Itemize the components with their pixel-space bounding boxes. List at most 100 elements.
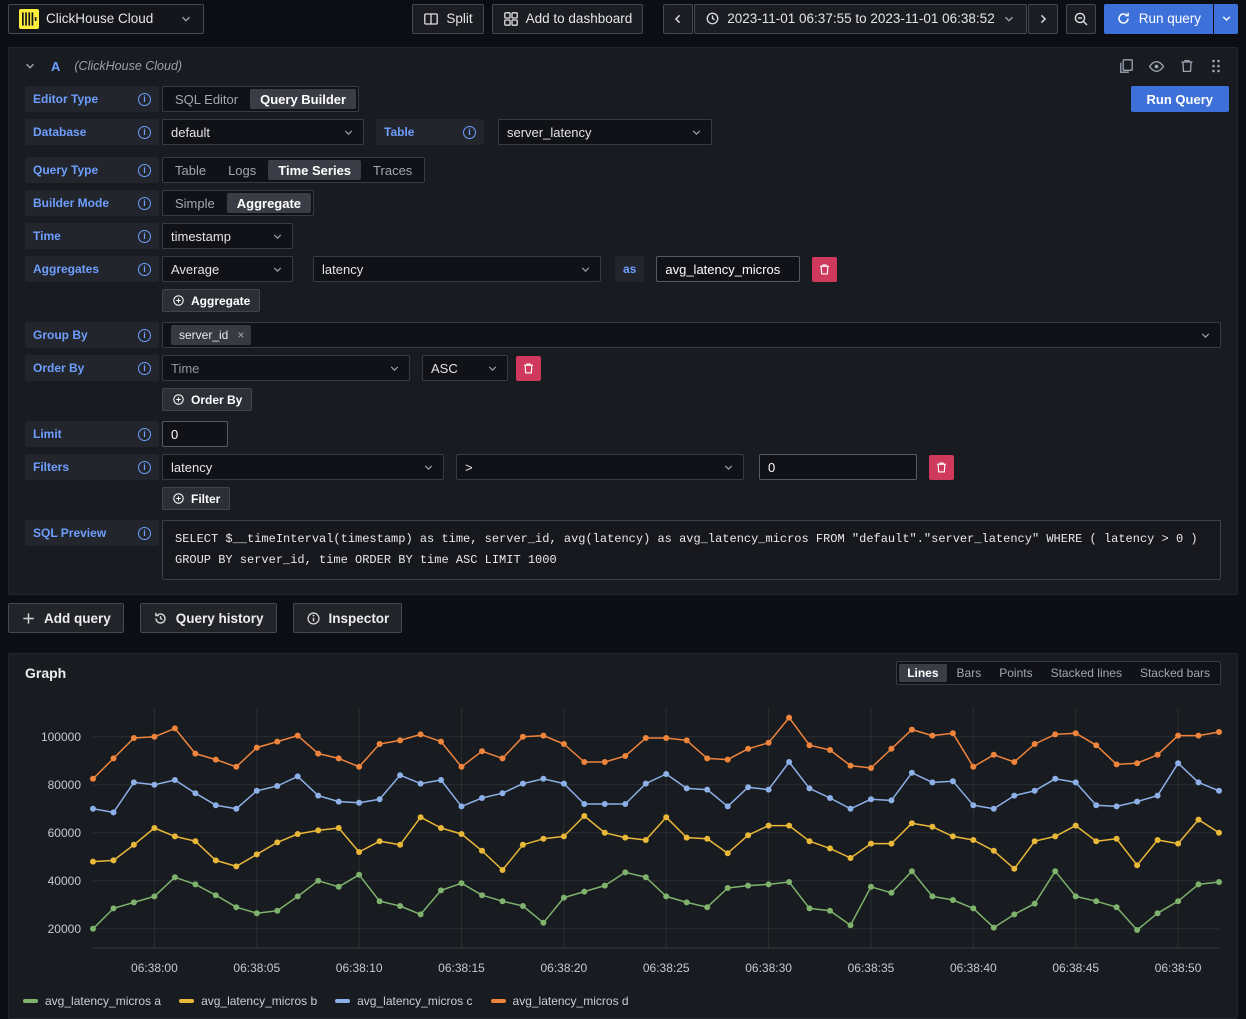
- aggregates-label: Aggregates i: [25, 256, 159, 282]
- drag-handle-icon[interactable]: [1209, 58, 1223, 74]
- limit-input[interactable]: [162, 421, 228, 447]
- run-query-editor-button[interactable]: Run Query: [1131, 86, 1229, 112]
- add-order-by-button[interactable]: Order By: [162, 388, 252, 411]
- add-order-by-row: Order By: [162, 388, 1221, 411]
- svg-text:06:38:20: 06:38:20: [541, 961, 588, 975]
- database-select[interactable]: default: [162, 119, 364, 145]
- legend-item-series-c[interactable]: avg_latency_micros c: [335, 994, 472, 1008]
- remove-order-by-button[interactable]: [516, 356, 541, 381]
- query-datasource-hint: (ClickHouse Cloud): [74, 59, 182, 73]
- chevron-down-icon: [1220, 12, 1233, 25]
- builder-mode-label: Builder Mode i: [25, 190, 159, 216]
- legend-item-series-a[interactable]: avg_latency_micros a: [23, 994, 161, 1008]
- info-icon[interactable]: i: [138, 263, 151, 276]
- editor-type-toggle: SQL Editor Query Builder: [162, 86, 359, 112]
- filter-value-input[interactable]: [759, 454, 917, 480]
- time-shift-back-button[interactable]: [663, 4, 693, 34]
- info-icon[interactable]: i: [138, 428, 151, 441]
- split-icon: [423, 11, 439, 27]
- add-filter-button[interactable]: Filter: [162, 487, 230, 510]
- duplicate-query-icon[interactable]: [1118, 58, 1134, 74]
- builder-mode-option-aggregate[interactable]: Aggregate: [227, 193, 311, 213]
- info-icon[interactable]: i: [138, 230, 151, 243]
- editor-type-option-sql-editor[interactable]: SQL Editor: [165, 89, 248, 109]
- info-icon[interactable]: i: [138, 126, 151, 139]
- info-icon[interactable]: i: [463, 126, 476, 139]
- time-range-picker[interactable]: 2023-11-01 06:37:55 to 2023-11-01 06:38:…: [694, 4, 1026, 34]
- datasource-picker[interactable]: ClickHouse Cloud: [8, 4, 204, 34]
- query-type-option-time-series[interactable]: Time Series: [268, 160, 361, 180]
- group-by-chip: server_id ×: [171, 325, 251, 345]
- vis-mode-lines[interactable]: Lines: [899, 664, 946, 682]
- svg-text:06:38:00: 06:38:00: [131, 961, 178, 975]
- query-type-option-traces[interactable]: Traces: [363, 160, 422, 180]
- svg-text:06:38:05: 06:38:05: [233, 961, 280, 975]
- sync-icon: [1116, 11, 1131, 26]
- editor-type-option-query-builder[interactable]: Query Builder: [250, 89, 356, 109]
- group-by-multiselect[interactable]: server_id ×: [162, 322, 1221, 348]
- plus-circle-icon: [172, 393, 185, 406]
- add-query-button[interactable]: Add query: [8, 603, 124, 633]
- filters-label: Filters i: [25, 454, 159, 480]
- run-query-interval-dropdown[interactable]: [1214, 4, 1238, 34]
- trash-icon: [935, 461, 948, 474]
- svg-text:06:38:35: 06:38:35: [848, 961, 895, 975]
- info-icon[interactable]: i: [138, 93, 151, 106]
- query-type-option-table[interactable]: Table: [165, 160, 216, 180]
- sql-preview-label: SQL Preview i: [25, 520, 159, 546]
- clickhouse-logo-icon: [19, 9, 39, 29]
- order-by-direction-select[interactable]: ASC: [422, 355, 508, 381]
- svg-text:20000: 20000: [48, 922, 82, 936]
- info-icon[interactable]: i: [138, 197, 151, 210]
- time-column-select[interactable]: timestamp: [162, 223, 293, 249]
- run-query-button[interactable]: Run query: [1104, 4, 1213, 34]
- inspector-button[interactable]: Inspector: [293, 603, 403, 633]
- remove-chip-icon[interactable]: ×: [234, 328, 247, 342]
- angle-left-icon: [671, 12, 685, 26]
- vis-mode-stacked-lines[interactable]: Stacked lines: [1043, 664, 1130, 682]
- series-color-marker: [335, 999, 350, 1003]
- aggregate-column-select[interactable]: latency: [313, 256, 601, 282]
- order-by-field-select[interactable]: Time: [162, 355, 410, 381]
- editor-type-label: Editor Type i: [25, 86, 159, 112]
- query-header-actions: [1118, 58, 1223, 75]
- info-icon[interactable]: i: [138, 461, 151, 474]
- aggregate-function-select[interactable]: Average: [162, 256, 293, 282]
- filter-field-select[interactable]: latency: [162, 454, 444, 480]
- split-button[interactable]: Split: [412, 4, 483, 34]
- vis-mode-stacked-bars[interactable]: Stacked bars: [1132, 664, 1218, 682]
- group-by-label: Group By i: [25, 322, 159, 348]
- table-label: Table i: [376, 119, 484, 145]
- as-label: as: [615, 256, 644, 282]
- collapse-query-chevron[interactable]: [23, 59, 37, 73]
- info-icon[interactable]: i: [138, 527, 151, 540]
- remove-aggregate-button[interactable]: [812, 257, 837, 282]
- table-select[interactable]: server_latency: [498, 119, 712, 145]
- time-shift-forward-button[interactable]: [1028, 4, 1058, 34]
- info-icon[interactable]: i: [138, 329, 151, 342]
- editor-type-row: Editor Type i SQL Editor Query Builder: [25, 86, 1221, 112]
- vis-mode-points[interactable]: Points: [991, 664, 1040, 682]
- query-history-button[interactable]: Query history: [140, 603, 277, 633]
- add-to-dashboard-button[interactable]: Add to dashboard: [492, 4, 644, 34]
- add-filter-row: Filter: [162, 487, 1221, 510]
- vis-mode-bars[interactable]: Bars: [949, 664, 990, 682]
- query-type-option-logs[interactable]: Logs: [218, 160, 266, 180]
- filter-operator-select[interactable]: >: [456, 454, 744, 480]
- time-picker-group: 2023-11-01 06:37:55 to 2023-11-01 06:38:…: [663, 4, 1057, 34]
- zoom-out-button[interactable]: [1066, 4, 1096, 34]
- legend-item-series-d[interactable]: avg_latency_micros d: [491, 994, 629, 1008]
- builder-mode-option-simple[interactable]: Simple: [165, 193, 225, 213]
- remove-query-trash-icon[interactable]: [1179, 58, 1195, 74]
- legend-item-series-b[interactable]: avg_latency_micros b: [179, 994, 317, 1008]
- add-aggregate-button[interactable]: Aggregate: [162, 289, 260, 312]
- apps-grid-icon: [503, 11, 519, 27]
- chevron-down-icon: [1002, 12, 1016, 26]
- remove-filter-button[interactable]: [929, 455, 954, 480]
- disable-query-eye-icon[interactable]: [1148, 58, 1165, 75]
- time-label: Time i: [25, 223, 159, 249]
- info-icon[interactable]: i: [138, 164, 151, 177]
- info-icon[interactable]: i: [138, 362, 151, 375]
- chevron-down-icon: [422, 461, 435, 474]
- aggregate-alias-input[interactable]: [656, 256, 800, 282]
